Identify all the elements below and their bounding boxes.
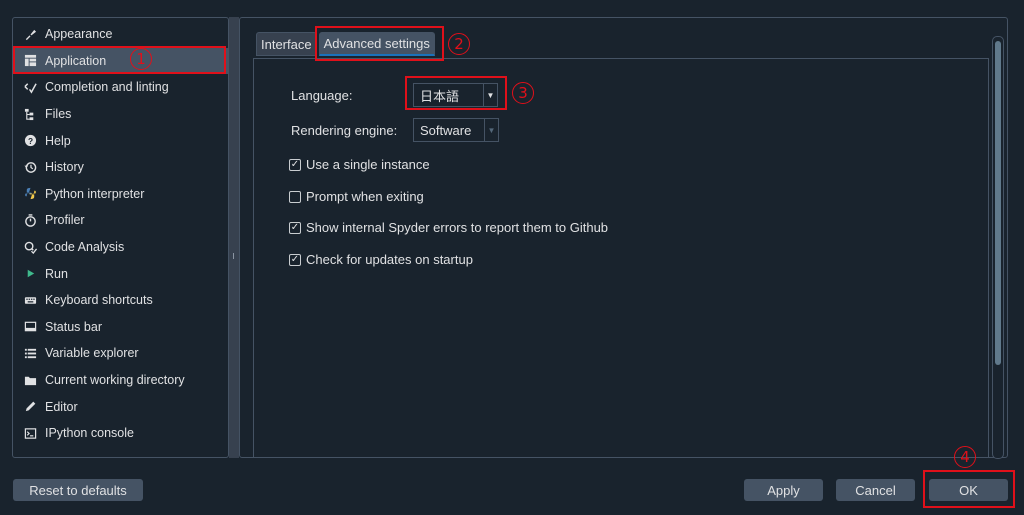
option-label: Prompt when exiting bbox=[306, 189, 424, 204]
preferences-sidebar: Appearance Application Completion and li… bbox=[12, 17, 229, 458]
sidebar-item-working-directory[interactable]: Current working directory bbox=[13, 367, 228, 394]
tab-advanced-settings[interactable]: Advanced settings bbox=[318, 32, 435, 56]
layout-icon bbox=[23, 54, 37, 68]
history-icon bbox=[23, 160, 37, 174]
annotation-marker-1: 1 bbox=[130, 48, 152, 70]
tab-bar: Interface Advanced settings bbox=[256, 32, 437, 58]
chevron-down-icon: ▼ bbox=[483, 84, 497, 106]
scrollbar-thumb[interactable] bbox=[995, 41, 1001, 365]
vertical-scrollbar[interactable] bbox=[992, 36, 1004, 459]
annotation-number: 4 bbox=[960, 447, 970, 466]
annotation-marker-4: 4 bbox=[954, 446, 976, 468]
splitter-grip-icon bbox=[233, 253, 235, 259]
folder-icon bbox=[23, 373, 37, 387]
keyboard-icon bbox=[23, 293, 37, 307]
sidebar-item-files[interactable]: Files bbox=[13, 101, 228, 128]
reset-defaults-button[interactable]: Reset to defaults bbox=[13, 479, 143, 501]
tab-interface[interactable]: Interface bbox=[256, 32, 317, 56]
brush-icon bbox=[23, 27, 37, 41]
sidebar-item-label: Code Analysis bbox=[45, 240, 125, 255]
sidebar-item-label: Status bar bbox=[45, 319, 102, 334]
option-check-updates[interactable]: ✓ Check for updates on startup bbox=[289, 252, 473, 267]
apply-button[interactable]: Apply bbox=[744, 479, 823, 501]
option-show-errors[interactable]: ✓ Show internal Spyder errors to report … bbox=[289, 220, 608, 235]
sidebar-item-label: Application bbox=[45, 53, 107, 68]
option-label: Show internal Spyder errors to report th… bbox=[306, 220, 609, 235]
play-icon bbox=[23, 267, 37, 281]
completion-icon bbox=[23, 80, 37, 94]
help-icon: ? bbox=[23, 134, 37, 148]
status-bar-icon bbox=[23, 320, 37, 334]
pencil-icon bbox=[23, 400, 37, 414]
language-value: 日本語 bbox=[420, 88, 460, 104]
cancel-button[interactable]: Cancel bbox=[836, 479, 915, 501]
sidebar-item-history[interactable]: History bbox=[13, 154, 228, 181]
files-icon bbox=[23, 107, 37, 121]
option-single-instance[interactable]: ✓ Use a single instance bbox=[289, 157, 430, 172]
sidebar-item-application[interactable]: Application bbox=[13, 47, 228, 75]
option-prompt-exit[interactable]: Prompt when exiting bbox=[289, 189, 424, 204]
annotation-number: 1 bbox=[136, 49, 146, 68]
checkbox-single-instance[interactable]: ✓ bbox=[289, 158, 301, 171]
python-icon bbox=[23, 187, 37, 201]
sidebar-item-help[interactable]: ? Help bbox=[13, 127, 228, 154]
sidebar-item-variable-explorer[interactable]: Variable explorer bbox=[13, 340, 228, 367]
tab-content: Language: 日本語 ▼ Rendering engine: Softwa… bbox=[253, 58, 989, 458]
sidebar-item-label: Current working directory bbox=[45, 373, 185, 388]
sidebar-item-profiler[interactable]: Profiler bbox=[13, 207, 228, 234]
sidebar-item-label: Appearance bbox=[45, 27, 113, 42]
checkbox-check-updates[interactable]: ✓ bbox=[289, 253, 301, 266]
language-label: Language: bbox=[291, 88, 353, 103]
annotation-number: 2 bbox=[454, 34, 464, 53]
sidebar-item-label: Profiler bbox=[45, 213, 85, 228]
sidebar-item-label: Keyboard shortcuts bbox=[45, 293, 153, 308]
stopwatch-icon bbox=[23, 213, 37, 227]
sidebar-item-label: Python interpreter bbox=[45, 186, 145, 201]
sidebar-item-label: Files bbox=[45, 107, 72, 122]
sidebar-item-label: Variable explorer bbox=[45, 346, 139, 361]
sidebar-item-label: Completion and linting bbox=[45, 80, 169, 95]
rendering-engine-value: Software bbox=[420, 122, 472, 138]
code-analysis-icon bbox=[23, 240, 37, 254]
settings-pane: Interface Advanced settings Language: 日本… bbox=[239, 17, 1008, 459]
language-select[interactable]: 日本語 ▼ bbox=[413, 83, 498, 107]
sidebar-item-label: IPython console bbox=[45, 426, 134, 441]
option-label: Check for updates on startup bbox=[306, 252, 473, 267]
sidebar-item-appearance[interactable]: Appearance bbox=[13, 21, 228, 48]
annotation-marker-3: 3 bbox=[512, 82, 534, 104]
pane-splitter[interactable] bbox=[229, 17, 239, 458]
sidebar-item-ipython-console[interactable]: IPython console bbox=[13, 420, 228, 447]
sidebar-item-status-bar[interactable]: Status bar bbox=[13, 314, 228, 341]
list-icon bbox=[23, 346, 37, 360]
sidebar-item-label: History bbox=[45, 160, 84, 175]
svg-text:?: ? bbox=[27, 136, 32, 146]
rendering-engine-label: Rendering engine: bbox=[291, 123, 398, 138]
checkbox-prompt-exit[interactable] bbox=[289, 190, 301, 203]
annotation-marker-2: 2 bbox=[448, 33, 470, 55]
sidebar-item-label: Run bbox=[45, 266, 68, 281]
console-icon bbox=[23, 426, 37, 440]
sidebar-item-editor[interactable]: Editor bbox=[13, 393, 228, 420]
sidebar-item-python-interpreter[interactable]: Python interpreter bbox=[13, 181, 228, 208]
rendering-engine-select[interactable]: Software ▼ bbox=[413, 118, 499, 142]
ok-button[interactable]: OK bbox=[929, 479, 1008, 501]
sidebar-item-completion[interactable]: Completion and linting bbox=[13, 74, 228, 101]
sidebar-item-label: Editor bbox=[45, 399, 78, 414]
checkbox-show-errors[interactable]: ✓ bbox=[289, 221, 301, 234]
annotation-number: 3 bbox=[518, 83, 528, 102]
sidebar-item-keyboard-shortcuts[interactable]: Keyboard shortcuts bbox=[13, 287, 228, 314]
chevron-down-icon: ▼ bbox=[484, 119, 498, 141]
option-label: Use a single instance bbox=[306, 157, 430, 172]
sidebar-item-run[interactable]: Run bbox=[13, 260, 228, 287]
sidebar-item-label: Help bbox=[45, 133, 71, 148]
sidebar-item-code-analysis[interactable]: Code Analysis bbox=[13, 234, 228, 261]
